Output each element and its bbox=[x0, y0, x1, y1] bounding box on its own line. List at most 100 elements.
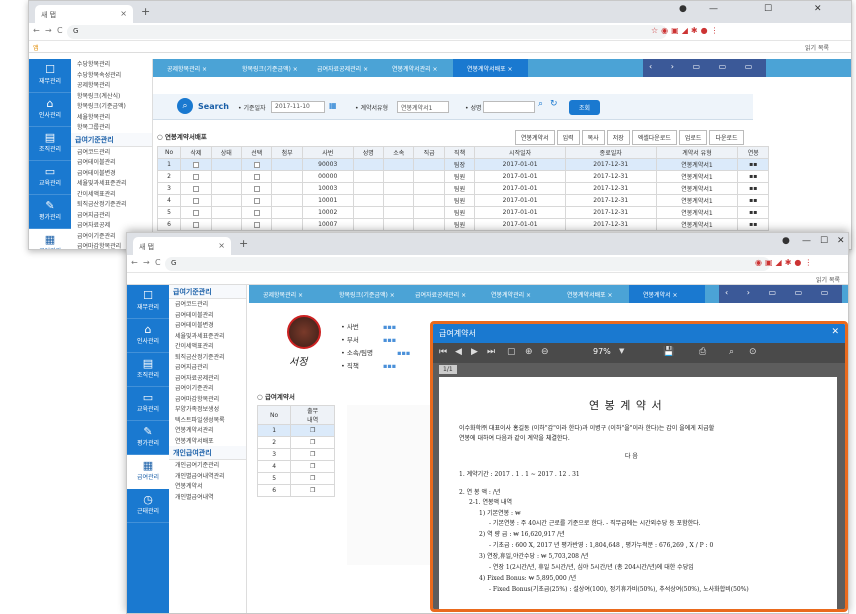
grid-header[interactable]: 상태 bbox=[210, 146, 243, 159]
row-checkbox[interactable] bbox=[192, 161, 199, 168]
attachment-icon[interactable]: ❐ bbox=[290, 436, 335, 449]
grid-header[interactable]: 직급 bbox=[413, 146, 445, 159]
tree-section-title[interactable]: 개인급여관리 bbox=[169, 446, 246, 460]
tree-item[interactable]: 급여코드관리 bbox=[169, 299, 246, 310]
calendar-icon[interactable]: ▦ bbox=[329, 101, 337, 110]
first-page-icon[interactable]: ⏮ bbox=[439, 347, 447, 357]
tree-item[interactable]: 급여테이블관리 bbox=[71, 157, 152, 168]
tree-item[interactable]: 항목링크(기준금액) bbox=[71, 101, 152, 112]
page-tab[interactable]: 연봉계약관리 × bbox=[477, 285, 553, 303]
grid-header[interactable]: 직책 bbox=[443, 146, 476, 159]
tree-item[interactable]: 급여지급관리 bbox=[71, 210, 152, 221]
close-tab-icon[interactable]: × bbox=[361, 66, 368, 73]
table-row[interactable]: 2 ❐ bbox=[256, 436, 335, 449]
page-tab[interactable]: 공제항목관리 × bbox=[153, 59, 228, 77]
table-cell[interactable] bbox=[240, 182, 273, 195]
tree-item[interactable]: 공제항목관리 bbox=[71, 80, 152, 91]
zoom-in-icon[interactable]: ⊕ bbox=[525, 347, 533, 357]
row-checkbox[interactable] bbox=[192, 209, 199, 216]
base-date-input[interactable]: 2017-11-10 bbox=[271, 101, 325, 113]
back-icon[interactable]: ← bbox=[33, 26, 40, 35]
side-nav-item[interactable]: ▦ 급여관리 bbox=[127, 455, 169, 489]
back-icon[interactable]: ← bbox=[131, 258, 138, 267]
next-page-icon[interactable]: ▶ bbox=[471, 347, 478, 357]
grid-header[interactable]: 성명 bbox=[352, 146, 385, 159]
grid-button[interactable]: 입력 bbox=[556, 130, 580, 145]
tree-item[interactable]: 퇴직금산정기준관리 bbox=[71, 199, 152, 210]
close-tab-icon[interactable]: × bbox=[459, 292, 466, 299]
side-nav-item[interactable]: ▤ 조직관리 bbox=[127, 353, 169, 387]
table-cell[interactable] bbox=[240, 218, 273, 231]
table-cell[interactable]: 4 bbox=[156, 194, 182, 207]
table-row[interactable]: 6 10007 팀원 2017-01-01 2017-12-31 연봉계약서1 ▪▪ bbox=[156, 218, 769, 231]
table-cell[interactable] bbox=[240, 206, 273, 219]
grid-button[interactable]: 업로드 bbox=[678, 130, 708, 145]
extension-icons[interactable]: ☆◉▣◢✱●⋮ bbox=[651, 26, 722, 35]
tree-item[interactable]: 세율항목관리 bbox=[71, 112, 152, 123]
close-tab-icon[interactable]: × bbox=[506, 66, 513, 73]
grid-header[interactable]: 종료일자 bbox=[564, 146, 657, 159]
side-nav-item[interactable]: ✎ 평가관리 bbox=[127, 421, 169, 455]
reading-list[interactable]: 읽기 목록 bbox=[805, 43, 829, 52]
maximize-icon[interactable]: ☐ bbox=[764, 4, 772, 14]
table-cell[interactable] bbox=[271, 182, 303, 195]
tree-item[interactable]: 급여자료공제관리 bbox=[169, 373, 246, 384]
browser-tab[interactable]: 새 탭 × bbox=[35, 5, 133, 23]
grid-button[interactable]: 저장 bbox=[606, 130, 630, 145]
maximize-icon[interactable]: ☐ bbox=[820, 236, 828, 246]
reload-icon[interactable]: C bbox=[155, 258, 161, 267]
table-row[interactable]: 4 ❐ bbox=[256, 460, 335, 473]
row-checkbox[interactable] bbox=[192, 221, 199, 228]
table-cell[interactable] bbox=[271, 158, 303, 171]
grid-header[interactable]: 연봉 bbox=[737, 146, 769, 159]
grid-button[interactable]: 복사 bbox=[581, 130, 605, 145]
side-nav-item[interactable]: ☐ 재무관리 bbox=[29, 59, 71, 93]
tree-section-title[interactable]: 급여기준관리 bbox=[169, 285, 246, 299]
reload-icon[interactable]: C bbox=[57, 26, 63, 35]
close-tab-icon[interactable]: × bbox=[296, 292, 303, 299]
table-row[interactable]: 5 10002 팀원 2017-01-01 2017-12-31 연봉계약서1 ▪▪ bbox=[156, 206, 769, 219]
row-checkbox[interactable] bbox=[192, 197, 199, 204]
pdf-document-area[interactable]: 1/1 연 봉 계 약 서 이수화학㈜ 대표이사 홍길동 (이하"갑"이라 한다… bbox=[433, 363, 845, 609]
grid-button[interactable]: 연봉계약서 bbox=[515, 130, 555, 145]
table-row[interactable]: 3 10003 팀원 2017-01-01 2017-12-31 연봉계약서1 ▪▪ bbox=[156, 182, 769, 195]
page-tab[interactable]: 연봉계약서배포 × bbox=[553, 285, 629, 303]
grid-button[interactable]: 엑셀다운로드 bbox=[631, 130, 677, 145]
tree-item[interactable]: 급여코드관리 bbox=[71, 147, 152, 158]
table-cell[interactable]: 6 bbox=[156, 218, 182, 231]
close-tab-icon[interactable]: × bbox=[388, 292, 395, 299]
tab-bar-controls[interactable]: ‹ › ▭ ▭ ▭ bbox=[719, 285, 843, 303]
table-cell[interactable] bbox=[210, 182, 243, 195]
grid-button[interactable]: 다운로드 bbox=[709, 130, 744, 145]
grid-header[interactable]: 선택 bbox=[240, 146, 273, 159]
table-cell[interactable]: 5 bbox=[156, 206, 182, 219]
attachment-icon[interactable]: ❐ bbox=[290, 484, 335, 497]
tree-item[interactable]: 급여테이블변경 bbox=[71, 168, 152, 179]
fit-page-icon[interactable]: ▢ bbox=[507, 347, 516, 357]
table-cell[interactable]: 3 bbox=[156, 182, 182, 195]
close-tab-icon[interactable]: × bbox=[671, 292, 678, 299]
page-tab[interactable]: 항목링크(기준금액) × bbox=[325, 285, 401, 303]
forward-icon[interactable]: → bbox=[45, 26, 52, 35]
table-cell[interactable] bbox=[240, 158, 273, 171]
table-cell[interactable]: 1 bbox=[156, 158, 182, 171]
url-input[interactable]: G bbox=[165, 257, 770, 271]
tree-item[interactable]: 연봉계약서관리 bbox=[169, 425, 246, 436]
attachment-icon[interactable]: ❐ bbox=[290, 460, 335, 473]
grid-header[interactable]: 소속 bbox=[383, 146, 415, 159]
close-tab-icon[interactable]: × bbox=[218, 241, 225, 250]
tree-item[interactable]: 연봉계약서 bbox=[169, 481, 246, 492]
new-tab-icon[interactable]: + bbox=[239, 237, 248, 250]
reading-list[interactable]: 읽기 목록 bbox=[816, 275, 840, 284]
tab-bar-controls[interactable]: ‹ › ▭ ▭ ▭ bbox=[643, 59, 767, 77]
row-checkbox[interactable] bbox=[253, 209, 260, 216]
side-nav-item[interactable]: ▭ 교육관리 bbox=[127, 387, 169, 421]
grid-header[interactable]: 삭제 bbox=[180, 146, 212, 159]
print-icon[interactable]: ⎙ bbox=[699, 347, 706, 357]
table-cell[interactable] bbox=[240, 194, 273, 207]
forward-icon[interactable]: → bbox=[143, 258, 150, 267]
name-search-icon[interactable]: ⌕ bbox=[538, 99, 543, 109]
tree-item[interactable]: 퇴직금산정기준관리 bbox=[169, 352, 246, 363]
tree-item[interactable]: 개인별급여내역관리 bbox=[169, 471, 246, 482]
table-cell[interactable] bbox=[271, 194, 303, 207]
